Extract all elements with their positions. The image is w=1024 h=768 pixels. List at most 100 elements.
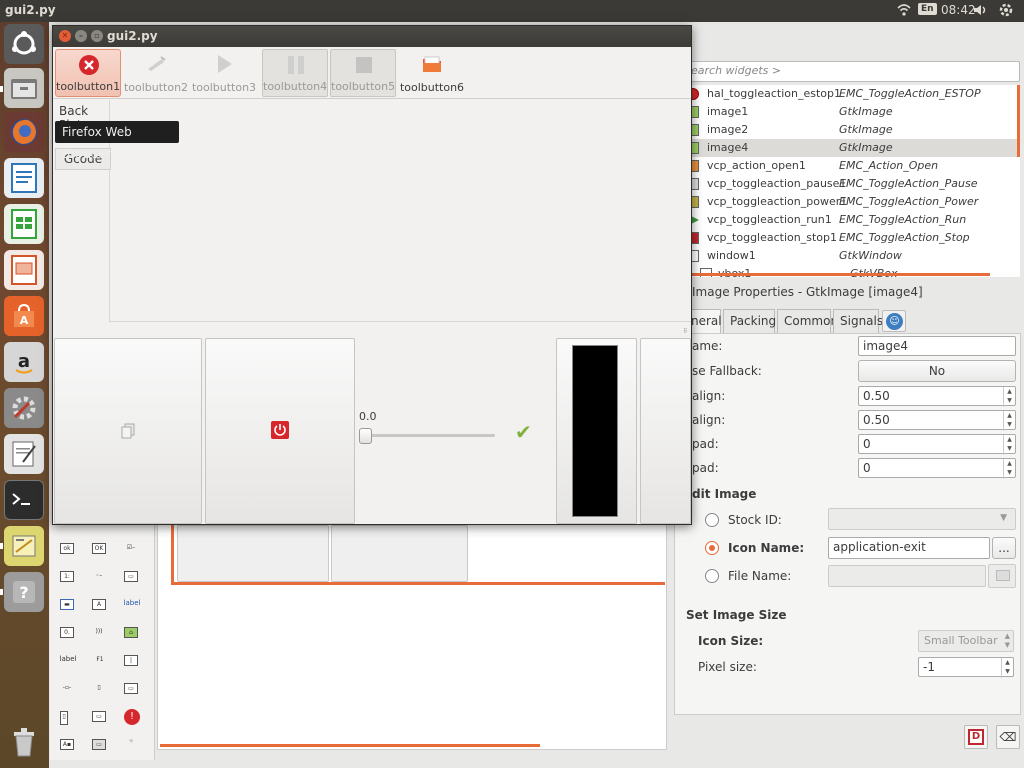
firefox-icon[interactable] <box>4 112 44 152</box>
toolbutton2[interactable]: toolbutton2 <box>123 49 189 97</box>
tab-packing[interactable]: Packing <box>723 309 776 333</box>
tree-row[interactable]: vcp_toggleaction_power1 EMC_ToggleAction… <box>684 193 1020 211</box>
palette-combo-icon[interactable]: ▭ <box>92 739 106 750</box>
palette-progress-icon[interactable]: ▭ <box>92 711 106 722</box>
system-settings-icon[interactable] <box>4 388 44 428</box>
xpad-spin[interactable]: 0 ▲ ▼ <box>858 434 1016 455</box>
palette-radio-icon[interactable]: ◦– <box>92 571 106 582</box>
spin-arrows-icon[interactable]: ▲ ▼ <box>1001 658 1013 678</box>
image-panel-3[interactable] <box>556 338 637 524</box>
tree-row[interactable]: window1 GtkWindow <box>684 247 1020 265</box>
tree-row[interactable]: vcp_toggleaction_run1 EMC_ToggleAction_R… <box>684 211 1020 229</box>
search-widgets-input[interactable]: earch widgets > <box>684 61 1020 82</box>
file-name-field[interactable] <box>828 565 986 587</box>
libreoffice-impress-icon[interactable] <box>4 250 44 290</box>
clock[interactable]: 08:42 <box>941 3 976 17</box>
tree-row[interactable]: vcp_toggleaction_stop1 EMC_ToggleAction_… <box>684 229 1020 247</box>
tree-row[interactable]: hal_toggleaction_estop1 EMC_ToggleAction… <box>684 85 1020 103</box>
tab-accessibility[interactable]: ☺ <box>882 310 906 332</box>
toolbutton6[interactable]: toolbutton6 <box>399 49 465 97</box>
name-field[interactable]: image4 <box>858 336 1016 356</box>
software-center-icon[interactable]: A <box>4 296 44 336</box>
palette-scale-icon[interactable]: ))) <box>92 627 106 638</box>
palette-error-icon[interactable]: ! <box>124 709 140 725</box>
close-icon[interactable]: ✕ <box>59 30 71 42</box>
tree-row-selected[interactable]: image4 GtkImage <box>684 139 1020 157</box>
stock-id-radio[interactable] <box>705 513 719 527</box>
xalign-spin[interactable]: 0.50 ▲ ▼ <box>858 386 1016 407</box>
power-gear-icon[interactable] <box>998 2 1014 21</box>
tree-row[interactable]: image1 GtkImage <box>684 103 1020 121</box>
help-icon[interactable]: ? <box>4 572 44 612</box>
window-titlebar[interactable]: ✕ – ▫ gui2.py <box>53 26 691 47</box>
image-panel-1[interactable] <box>54 338 202 524</box>
libreoffice-calc-icon[interactable] <box>4 204 44 244</box>
tree-horizontal-scrollbar[interactable] <box>684 273 990 276</box>
pane-resize-handle[interactable]: ⠿ <box>683 328 691 336</box>
trash-icon[interactable] <box>4 722 44 762</box>
palette-label-icon[interactable]: label <box>58 655 78 666</box>
icon-name-field[interactable]: application-exit <box>828 537 990 559</box>
text-editor-icon[interactable] <box>4 434 44 474</box>
minimize-icon[interactable]: – <box>75 30 87 42</box>
spin-arrows-icon[interactable]: ▲ ▼ <box>1003 435 1015 455</box>
image-panel-4[interactable] <box>640 338 691 524</box>
icon-browse-button[interactable]: ... <box>992 537 1016 559</box>
palette-button-icon[interactable]: ok <box>60 543 74 554</box>
palette-check-icon[interactable]: ☑– <box>124 543 138 554</box>
clear-button[interactable]: ⌫ <box>996 725 1020 749</box>
palette-textview-icon[interactable]: | <box>124 655 138 666</box>
maximize-icon[interactable]: ▫ <box>91 30 103 42</box>
yalign-spin[interactable]: 0.50 ▲ ▼ <box>858 410 1016 431</box>
keyboard-layout-indicator[interactable]: En <box>918 3 937 15</box>
tree-row[interactable]: vcp_action_open1 EMC_Action_Open <box>684 157 1020 175</box>
tab-back-plot[interactable]: Back Plot <box>55 101 111 132</box>
palette-entry-icon[interactable]: ▬ <box>60 599 74 610</box>
notebook-page[interactable] <box>109 100 691 322</box>
files-icon[interactable] <box>4 68 44 108</box>
toolbutton3[interactable]: toolbutton3 <box>191 49 257 97</box>
canvas-cell[interactable] <box>177 525 329 582</box>
file-name-radio[interactable] <box>705 569 719 583</box>
palette-hscale-icon[interactable]: -▫- <box>60 683 74 694</box>
palette-ok-icon[interactable]: OK <box>92 543 106 554</box>
ypad-spin[interactable]: 0 ▲ ▼ <box>858 458 1016 479</box>
spin-arrows-icon[interactable]: ▲ ▼ <box>1003 411 1015 431</box>
tree-row[interactable]: image2 GtkImage <box>684 121 1020 139</box>
stock-id-combo[interactable]: ▼ <box>828 508 1016 530</box>
palette-spinner-icon[interactable]: ✳ <box>124 737 138 748</box>
glade-icon[interactable] <box>4 526 44 566</box>
file-chooser-button[interactable] <box>988 564 1016 588</box>
slider-handle[interactable] <box>359 428 372 444</box>
icon-size-combo[interactable]: Small Toolbar ▲ ▼ <box>918 630 1014 652</box>
tab-common[interactable]: Common <box>777 309 838 333</box>
toolbutton1[interactable]: toolbutton1 <box>55 49 121 97</box>
spin-arrows-icon[interactable]: ▲ ▼ <box>1003 459 1015 479</box>
palette-link-icon[interactable]: label <box>122 599 142 610</box>
palette-spin-icon[interactable]: 1: <box>60 571 74 582</box>
tree-row[interactable]: vcp_toggleaction_pause1 EMC_ToggleAction… <box>684 175 1020 193</box>
ubuntu-dash-icon[interactable] <box>4 24 44 64</box>
delete-button[interactable]: D <box>964 725 988 749</box>
canvas-scrollbar[interactable] <box>160 744 540 747</box>
palette-image-icon[interactable]: ⌂ <box>124 627 138 638</box>
palette-accel-icon[interactable]: F1 <box>90 655 110 666</box>
tab-signals[interactable]: Signals <box>833 309 883 333</box>
spin-arrows-icon[interactable]: ▲ ▼ <box>1003 387 1015 407</box>
icon-name-radio[interactable] <box>705 541 719 555</box>
palette-font-icon[interactable]: A <box>92 599 106 610</box>
amazon-icon[interactable]: a <box>4 342 44 382</box>
tree-scrollbar[interactable] <box>1017 85 1020 157</box>
palette-vscroll-icon[interactable]: ▯ <box>60 711 68 725</box>
palette-calendar-icon[interactable]: A▪ <box>60 739 74 750</box>
palette-hscroll-icon[interactable]: ▭ <box>124 683 138 694</box>
volume-icon[interactable] <box>972 1 990 22</box>
terminal-icon[interactable] <box>4 480 44 520</box>
toolbutton5[interactable]: toolbutton5 <box>330 49 396 97</box>
libreoffice-writer-icon[interactable] <box>4 158 44 198</box>
pixel-size-spin[interactable]: -1 ▲ ▼ <box>918 657 1014 678</box>
fallback-toggle[interactable]: No <box>858 360 1016 382</box>
palette-vscale-icon[interactable]: ▯ <box>92 683 106 694</box>
wifi-icon[interactable] <box>896 2 912 21</box>
image-panel-2[interactable] <box>205 338 355 524</box>
